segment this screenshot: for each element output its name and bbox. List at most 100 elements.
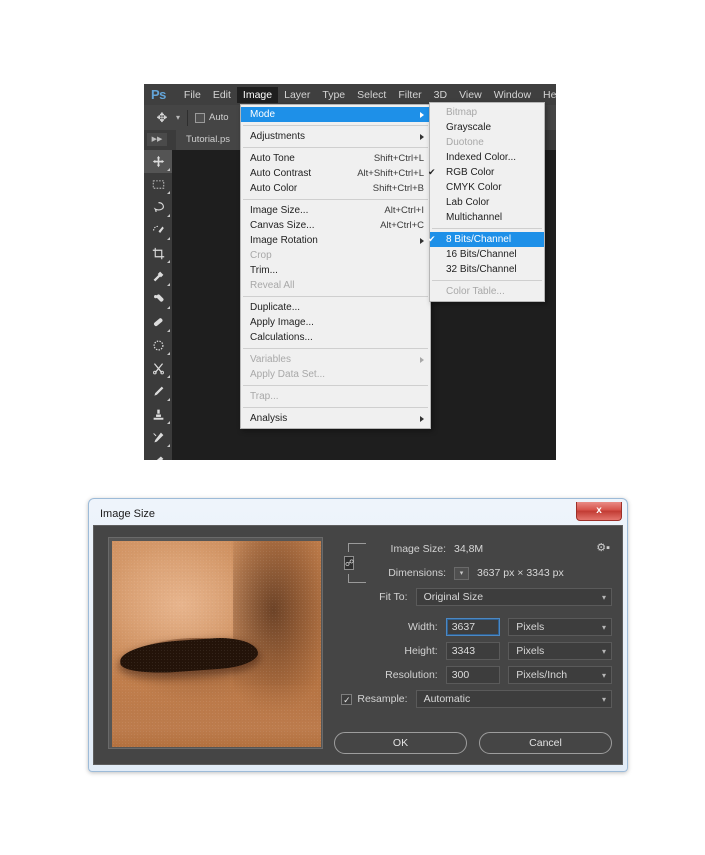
menu-item-mode[interactable]: Mode	[241, 107, 430, 122]
fit-to-select[interactable]: Original Size	[415, 588, 612, 606]
menubar-item-select[interactable]: Select	[351, 87, 392, 103]
rectangular-marquee-tool-icon[interactable]	[144, 173, 172, 196]
menu-item-label: 8 Bits/Channel	[446, 234, 512, 245]
menu-item-grayscale[interactable]: Grayscale	[430, 120, 544, 135]
menu-item-auto-contrast[interactable]: Auto Contrast Alt+Shift+Ctrl+L	[241, 166, 430, 181]
move-tool-icon[interactable]	[144, 150, 172, 173]
brush-tool-icon[interactable]	[144, 380, 172, 403]
menu-item-image-rotation[interactable]: Image Rotation	[241, 233, 430, 248]
resample-row: ✓ Resample: Automatic	[334, 688, 612, 710]
menu-item-label: RGB Color	[446, 167, 495, 178]
fit-to-row: Fit To: Original Size	[334, 586, 612, 608]
menu-item-label: Indexed Color...	[446, 152, 517, 163]
menu-item-label: Grayscale	[446, 122, 492, 133]
menu-item-cmyk-color[interactable]: CMYK Color	[430, 180, 544, 195]
height-unit-select[interactable]: Pixels	[508, 642, 612, 660]
spot-healing-brush-tool-icon[interactable]	[144, 288, 172, 311]
document-tab[interactable]: Tutorial.ps	[176, 130, 240, 150]
menu-item-label: Apply Data Set...	[250, 369, 326, 380]
menubar-item-edit[interactable]: Edit	[207, 87, 237, 103]
image-size-value: 34,8M	[454, 543, 484, 555]
tool-more-corner	[167, 375, 170, 378]
menu-item-multichannel[interactable]: Multichannel	[430, 210, 544, 225]
tool-more-corner	[167, 421, 170, 424]
menu-item-label: Color Table...	[446, 286, 505, 297]
menu-item-label: Duotone	[446, 137, 484, 148]
move-tool-icon[interactable]: ✥	[154, 110, 170, 126]
submenu-arrow-icon	[420, 111, 424, 118]
quick-selection-tool-icon[interactable]	[144, 219, 172, 242]
menu-item-adjustments[interactable]: Adjustments	[241, 129, 430, 144]
menubar-item-filter[interactable]: Filter	[392, 87, 427, 103]
clone-stamp-tool-icon[interactable]	[144, 403, 172, 426]
menu-item-trim[interactable]: Trim...	[241, 263, 430, 278]
menubar-item-window[interactable]: Window	[488, 87, 537, 103]
resolution-input[interactable]: 300	[445, 666, 501, 684]
resample-checkbox[interactable]: ✓	[341, 693, 353, 705]
scissors-tool-icon[interactable]	[144, 357, 172, 380]
width-input[interactable]: 3637	[445, 618, 501, 636]
menu-item-32-bits-channel[interactable]: 32 Bits/Channel	[430, 262, 544, 277]
options-divider	[187, 109, 189, 126]
tool-more-corner	[167, 260, 170, 263]
cancel-button[interactable]: Cancel	[479, 732, 612, 754]
menu-item-rgb-color[interactable]: ✔ RGB Color	[428, 165, 544, 180]
menu-item-duplicate[interactable]: Duplicate...	[241, 300, 430, 315]
dimensions-chevron-down-icon[interactable]: ▾	[454, 566, 469, 580]
menu-item-lab-color[interactable]: Lab Color	[430, 195, 544, 210]
tool-preset-chevron-down-icon[interactable]: ▾	[176, 113, 180, 122]
menubar-item-3d[interactable]: 3D	[428, 87, 453, 103]
menu-separator	[243, 147, 428, 148]
image-preview-frame[interactable]	[108, 537, 323, 749]
menu-item-auto-color[interactable]: Auto Color Shift+Ctrl+B	[241, 181, 430, 196]
menu-item-label: Variables	[250, 354, 291, 365]
auto-select-checkbox[interactable]	[195, 112, 206, 123]
menu-item-shortcut: Shift+Ctrl+L	[373, 153, 424, 164]
menu-item-image-size[interactable]: Image Size... Alt+Ctrl+I	[241, 203, 430, 218]
menubar-item-image[interactable]: Image	[236, 86, 279, 103]
menubar-item-type[interactable]: Type	[316, 87, 351, 103]
menubar-item-help[interactable]: Help	[537, 87, 556, 103]
dimensions-row: Dimensions: ▾ 3637 px × 3343 px	[334, 562, 612, 584]
lasso-tool-icon[interactable]	[144, 196, 172, 219]
close-icon[interactable]: x	[576, 502, 622, 521]
menu-item-calculations[interactable]: Calculations...	[241, 330, 430, 345]
resample-select[interactable]: Automatic	[415, 690, 612, 708]
width-unit-select[interactable]: Pixels	[508, 618, 612, 636]
menu-item-8-bits-channel[interactable]: ✔ 8 Bits/Channel	[428, 232, 544, 247]
ok-button[interactable]: OK	[334, 732, 467, 754]
menu-item-16-bits-channel[interactable]: 16 Bits/Channel	[430, 247, 544, 262]
menu-item-label: CMYK Color	[446, 182, 502, 193]
menu-item-analysis[interactable]: Analysis	[241, 411, 430, 426]
gradient-tool-icon[interactable]	[144, 449, 172, 460]
history-brush-tool-icon[interactable]	[144, 426, 172, 449]
resolution-row: Resolution: 300 Pixels/Inch	[334, 664, 612, 686]
menu-item-label: Auto Color	[250, 183, 298, 194]
resolution-unit-select[interactable]: Pixels/Inch	[508, 666, 612, 684]
eyedropper-tool-icon[interactable]	[144, 265, 172, 288]
menubar-item-view[interactable]: View	[453, 87, 488, 103]
width-row: Width: 3637 Pixels	[334, 616, 612, 638]
menu-item-canvas-size[interactable]: Canvas Size... Alt+Ctrl+C	[241, 218, 430, 233]
menu-separator	[243, 296, 428, 297]
menubar-item-file[interactable]: File	[178, 87, 207, 103]
menu-item-auto-tone[interactable]: Auto Tone Shift+Ctrl+L	[241, 151, 430, 166]
crop-tool-icon[interactable]	[144, 242, 172, 265]
menu-item-label: Image Rotation	[250, 235, 318, 246]
menu-item-label: Trap...	[250, 391, 279, 402]
panel-collapse-icon[interactable]: ▶▶	[147, 133, 167, 146]
gear-icon[interactable]: ⚙▪	[596, 541, 610, 554]
menubar-item-layer[interactable]: Layer	[278, 87, 316, 103]
menu-item-label: Reveal All	[250, 280, 295, 291]
menu-separator	[432, 228, 542, 229]
chain-link-icon[interactable]: ☍	[340, 540, 366, 586]
checkmark-icon: ✔	[428, 167, 436, 177]
height-input[interactable]: 3343	[445, 642, 501, 660]
eraser-tool-icon[interactable]	[144, 334, 172, 357]
patch-tool-icon[interactable]	[144, 311, 172, 334]
menu-item-label: Mode	[250, 109, 276, 120]
resample-label: Resample:	[357, 693, 408, 705]
menu-item-indexed-color[interactable]: Indexed Color...	[430, 150, 544, 165]
dialog-title: Image Size	[100, 508, 156, 520]
menu-item-apply-image[interactable]: Apply Image...	[241, 315, 430, 330]
